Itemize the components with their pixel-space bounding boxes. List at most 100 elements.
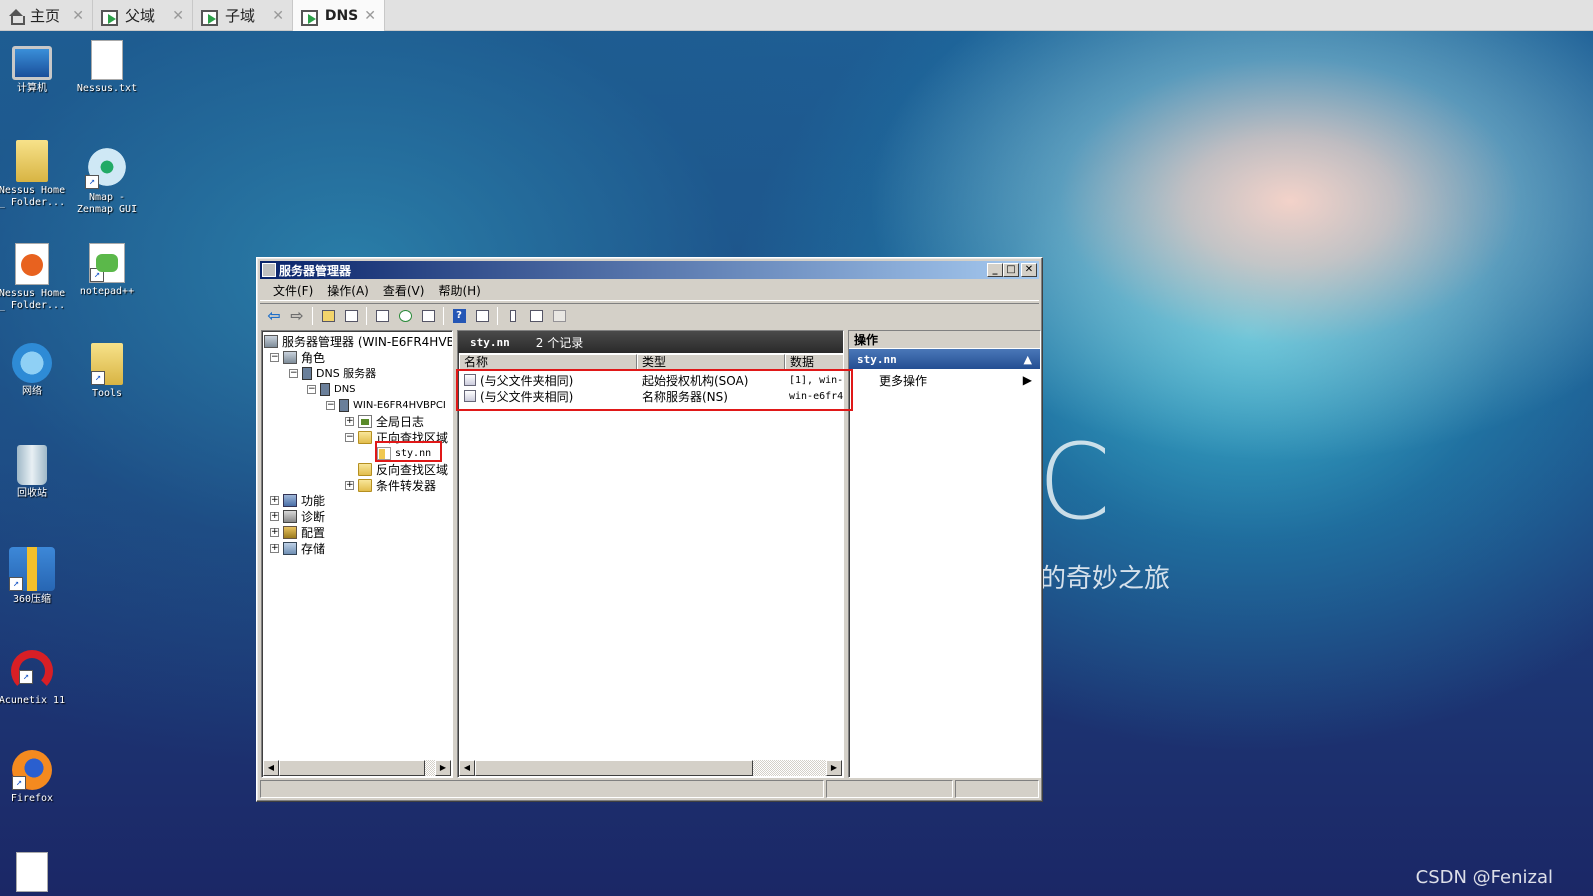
window-titlebar[interactable]: 服务器管理器 _ □ ✕ xyxy=(260,261,1039,279)
menu-action[interactable]: 操作(A) xyxy=(320,282,376,299)
column-type[interactable]: 类型 xyxy=(637,354,785,370)
tree-item-conditional-forwarders[interactable]: + 条件转发器 xyxy=(345,477,436,493)
menu-help[interactable]: 帮助(H) xyxy=(431,282,487,299)
export-list-button[interactable] xyxy=(418,307,438,325)
expand-toggle[interactable]: + xyxy=(270,543,279,553)
acunetix-icon: ↗ xyxy=(11,650,53,692)
desktop-icon-tools[interactable]: ↗ Tools xyxy=(69,343,145,400)
tree-horizontal-scrollbar[interactable]: ◀ ▶ xyxy=(263,760,451,776)
scroll-right-button[interactable]: ▶ xyxy=(435,760,451,776)
collapse-toggle[interactable]: − xyxy=(345,432,354,442)
back-button[interactable]: ⇦ xyxy=(264,306,284,325)
status-panel xyxy=(825,780,954,798)
status-panel xyxy=(260,780,824,798)
collapse-toggle[interactable]: − xyxy=(270,352,279,362)
desktop-icon-firefox[interactable]: ↗ Firefox xyxy=(0,750,70,805)
folder-icon xyxy=(358,430,372,444)
column-data[interactable]: 数据 xyxy=(785,354,843,370)
expand-toggle[interactable]: + xyxy=(345,416,354,426)
dns-server-icon xyxy=(302,366,312,380)
record-row-soa[interactable]: (与父文件夹相同) 起始授权机构(SOA) [1], win- xyxy=(459,372,843,388)
menu-file[interactable]: 文件(F) xyxy=(266,282,320,299)
properties-button[interactable] xyxy=(372,307,392,325)
scroll-left-button[interactable]: ◀ xyxy=(459,760,475,776)
server-button[interactable] xyxy=(503,307,523,325)
tree-item-diagnostics[interactable]: + 诊断 xyxy=(270,508,325,524)
toolbar-separator xyxy=(497,306,498,325)
close-icon[interactable]: ✕ xyxy=(364,8,376,24)
scroll-track[interactable] xyxy=(753,760,826,776)
tab-home[interactable]: 主页 ✕ xyxy=(0,0,93,31)
expand-toggle[interactable]: + xyxy=(270,527,279,537)
tree-item-reverse-zone[interactable]: 反向查找区域 xyxy=(358,461,448,477)
close-button[interactable]: ✕ xyxy=(1021,263,1037,277)
actions-section-sty-nn[interactable]: sty.nn ▲ xyxy=(849,349,1040,369)
scroll-thumb[interactable] xyxy=(475,760,753,776)
close-icon[interactable]: ✕ xyxy=(72,8,84,24)
more-actions-item[interactable]: 更多操作 ▶ xyxy=(849,369,1040,391)
tree-item-server-manager[interactable]: 服务器管理器 (WIN-E6FR4HVBPC xyxy=(264,333,452,349)
forward-button[interactable]: ⇨ xyxy=(287,306,307,325)
list-button[interactable] xyxy=(526,307,546,325)
record-row-ns[interactable]: (与父文件夹相同) 名称服务器(NS) win-e6fr4 xyxy=(459,388,843,404)
record-type: 名称服务器(NS) xyxy=(642,389,728,404)
expand-toggle[interactable]: + xyxy=(270,495,279,505)
desktop-icon-acunetix[interactable]: ↗ Acunetix 11 xyxy=(0,650,70,707)
tree-item-host[interactable]: − WIN-E6FR4HVBPCI xyxy=(326,397,446,413)
window-title: 服务器管理器 xyxy=(279,263,352,278)
scroll-left-button[interactable]: ◀ xyxy=(263,760,279,776)
tree-item-zone-sty-nn[interactable]: sty.nn xyxy=(377,445,431,461)
close-icon[interactable]: ✕ xyxy=(272,8,284,24)
expand-toggle[interactable]: + xyxy=(270,511,279,521)
shortcut-arrow-icon: ↗ xyxy=(91,371,105,385)
help-icon: ? xyxy=(452,308,466,323)
scroll-thumb[interactable] xyxy=(279,760,425,776)
minimize-button[interactable]: _ xyxy=(987,263,1003,277)
desktop-icon-file[interactable] xyxy=(0,852,70,895)
tab-dns[interactable]: DNS ✕ xyxy=(293,0,385,31)
desktop-icon-network[interactable]: 网络 xyxy=(0,343,70,398)
collapse-toggle[interactable]: − xyxy=(307,384,316,394)
desktop-icon-nessus-txt[interactable]: Nessus.txt xyxy=(69,40,145,95)
collapse-toggle[interactable]: − xyxy=(326,400,335,410)
desktop-icon-computer[interactable]: 计算机 xyxy=(0,40,70,95)
maximize-button[interactable]: □ xyxy=(1003,263,1019,277)
tree-label: 存储 xyxy=(301,541,326,556)
tree-item-forward-zone[interactable]: − 正向查找区域 xyxy=(345,429,448,445)
desktop-icon-label: notepad++ xyxy=(79,286,135,297)
tab-child-domain[interactable]: 子域 ✕ xyxy=(193,0,293,31)
show-hide-tree-button[interactable] xyxy=(341,307,361,325)
expand-toggle[interactable]: + xyxy=(345,480,354,490)
up-level-button[interactable] xyxy=(318,307,338,325)
tree-item-configuration[interactable]: + 配置 xyxy=(270,524,325,540)
collapse-toggle[interactable]: − xyxy=(289,368,298,378)
desktop-icon-recycle-bin[interactable]: 回收站 xyxy=(0,445,70,500)
desktop-icon-notepadpp[interactable]: ↗ notepad++ xyxy=(69,243,145,298)
help-button[interactable]: ? xyxy=(449,307,469,325)
column-name[interactable]: 名称 xyxy=(459,354,637,370)
records-horizontal-scrollbar[interactable]: ◀ ▶ xyxy=(459,760,842,776)
desktop-icon-zenmap[interactable]: ↗ Nmap - Zenmap GUI xyxy=(69,145,145,216)
close-icon[interactable]: ✕ xyxy=(172,8,184,24)
show-hide-action-pane-button[interactable] xyxy=(472,307,492,325)
collapse-up-icon[interactable]: ▲ xyxy=(1024,353,1032,366)
back-arrow-icon: ⇦ xyxy=(267,306,281,325)
tree-item-dns-server[interactable]: − DNS 服务器 xyxy=(289,365,376,381)
tab-parent-domain[interactable]: 父域 ✕ xyxy=(93,0,193,31)
tree-item-roles[interactable]: − 角色 xyxy=(270,349,325,365)
desktop-icon-nessus-html[interactable]: Nessus Home _ Folder... xyxy=(0,243,70,312)
actions-section-label: sty.nn xyxy=(857,352,897,366)
tree-item-storage[interactable]: + 存储 xyxy=(270,540,325,556)
copy-button[interactable] xyxy=(549,307,569,325)
tree-label: 条件转发器 xyxy=(376,478,437,493)
scroll-right-button[interactable]: ▶ xyxy=(826,760,842,776)
menu-view[interactable]: 查看(V) xyxy=(376,282,432,299)
refresh-button[interactable] xyxy=(395,307,415,325)
scroll-track[interactable] xyxy=(425,760,435,776)
tree-item-global-log[interactable]: + 全局日志 xyxy=(345,413,424,429)
tree-item-features[interactable]: + 功能 xyxy=(270,492,325,508)
zip-icon: ↗ xyxy=(9,547,55,591)
desktop-icon-360zip[interactable]: ↗ 360压缩 xyxy=(0,547,70,606)
tree-item-dns[interactable]: − DNS xyxy=(307,381,356,397)
desktop-icon-nessus-folder[interactable]: Nessus Home _ Folder... xyxy=(0,140,70,209)
